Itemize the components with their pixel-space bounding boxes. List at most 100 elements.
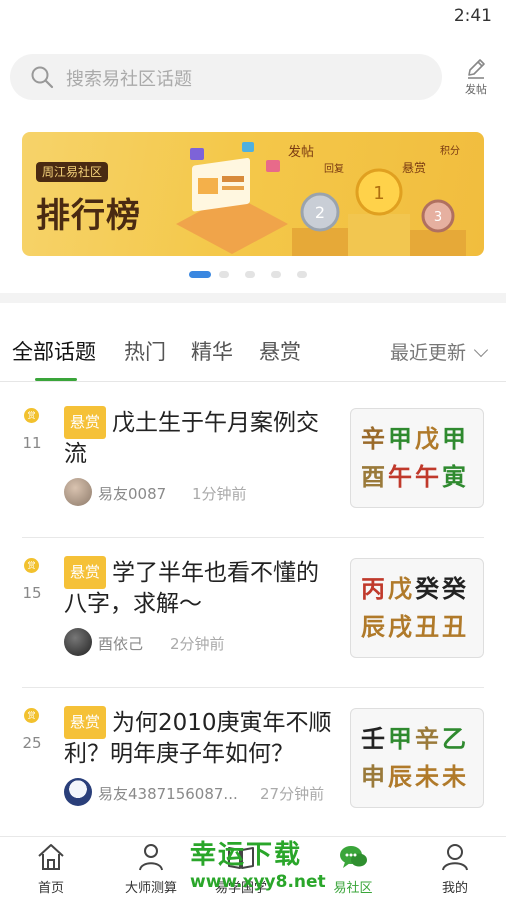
carousel-dot[interactable]: [271, 271, 281, 278]
carousel-dot[interactable]: [219, 271, 229, 278]
nav-home[interactable]: 首页: [6, 841, 96, 897]
bazi-branches-row: 申辰未未: [361, 757, 483, 795]
post-time: 27分钟前: [260, 785, 325, 803]
nav-master[interactable]: 大师测算: [106, 841, 196, 897]
reward-count: 11: [22, 434, 42, 452]
bazi-char: 戌: [388, 613, 414, 641]
bazi-char: 辛: [361, 425, 387, 453]
banner-label-reward: 悬赏: [402, 161, 426, 175]
section-divider: [0, 293, 506, 303]
reward-badge: 悬赏: [64, 556, 107, 589]
tab-featured[interactable]: 精华: [191, 336, 233, 366]
post-title: 悬赏 为何2010庚寅年不顺利？明年庚子年如何？: [64, 706, 334, 770]
nav-label: 易学国学: [214, 881, 267, 896]
avatar: [64, 778, 92, 806]
search-icon: [31, 66, 54, 89]
reward-count: 25: [22, 734, 42, 752]
bazi-char: 戊: [415, 425, 441, 453]
status-bar: 2:41: [0, 0, 506, 34]
post-title: 悬赏 戊土生于午月案例交流: [64, 406, 334, 470]
bazi-char: 丑: [442, 613, 468, 641]
reward-badge: 悬赏: [64, 406, 107, 439]
status-time: 2:41: [453, 6, 492, 26]
svg-text:2: 2: [315, 203, 325, 222]
bazi-chart: 壬甲辛乙 申辰未未: [350, 708, 484, 808]
bazi-char: 辰: [388, 763, 414, 791]
bazi-char: 甲: [388, 425, 414, 453]
author-name: 易友4387156087...: [98, 785, 238, 803]
bazi-char: 寅: [442, 463, 468, 491]
post-divider: [22, 537, 484, 538]
bazi-char: 未: [442, 763, 468, 791]
bazi-char: 壬: [361, 725, 387, 753]
topic-tabs: 全部话题 热门 精华 悬赏 最近更新: [0, 320, 506, 382]
avatar: [64, 478, 92, 506]
bazi-char: 午: [388, 463, 414, 491]
banner-label-reply: 回复: [324, 162, 344, 175]
post-item[interactable]: 赏 15 悬赏 学了半年也看不懂的八字，求解～ 酉依己 2分钟前 丙戊癸癸 辰戌丑…: [0, 540, 506, 688]
reward-coin-icon: 赏: [24, 408, 39, 423]
post-author: 易友4387156087... 27分钟前: [64, 778, 344, 808]
chat-icon: [340, 846, 367, 868]
bazi-char: 辛: [415, 725, 441, 753]
post-title: 悬赏 学了半年也看不懂的八字，求解～: [64, 556, 334, 620]
book-icon: [228, 847, 254, 869]
bazi-branches-row: 酉午午寅: [361, 457, 483, 495]
bazi-chart: 辛甲戊甲 酉午午寅: [350, 408, 484, 508]
search-input[interactable]: 搜索易社区话题: [10, 54, 442, 100]
post-author: 酉依己 2分钟前: [64, 628, 344, 658]
nav-community[interactable]: 易社区: [308, 841, 398, 897]
bazi-char: 戊: [388, 575, 414, 603]
bazi-stems-row: 壬甲辛乙: [361, 719, 483, 757]
reward-badge: 悬赏: [64, 706, 107, 739]
banner-podium-illustration: 2 1 3 发帖 回复 悬赏 积分: [176, 142, 466, 256]
person-icon: [442, 844, 468, 871]
author-name: 易友0087: [98, 485, 167, 503]
sort-dropdown[interactable]: 最近更新: [389, 338, 489, 365]
carousel-dot[interactable]: [189, 271, 211, 278]
banner-logo: 周江易社区: [36, 162, 109, 182]
bazi-stems-row: 丙戊癸癸: [361, 569, 483, 607]
svg-text:3: 3: [434, 210, 442, 225]
chevron-down-icon: [473, 342, 489, 358]
sort-label: 最近更新: [389, 342, 466, 364]
bottom-navigation: 首页 大师测算 易学国学 易社区 我的: [0, 836, 506, 900]
bazi-char: 辰: [361, 613, 387, 641]
avatar: [64, 628, 92, 656]
bazi-stems-row: 辛甲戊甲: [361, 419, 483, 457]
banner-label-points: 积分: [440, 145, 460, 157]
nav-me[interactable]: 我的: [410, 841, 500, 897]
bazi-char: 癸: [442, 575, 468, 603]
master-icon: [139, 844, 163, 871]
svg-text:1: 1: [373, 183, 384, 204]
banner-title: 排行榜: [36, 196, 141, 236]
reward-coin-icon: 赏: [24, 708, 39, 723]
bazi-char: 甲: [388, 725, 414, 753]
carousel-dot[interactable]: [297, 271, 307, 278]
bazi-char: 未: [415, 763, 441, 791]
tab-reward[interactable]: 悬赏: [259, 336, 301, 366]
tab-hot[interactable]: 热门: [124, 336, 166, 366]
bazi-char: 酉: [361, 463, 387, 491]
bazi-char: 午: [415, 463, 441, 491]
bazi-branches-row: 辰戌丑丑: [361, 607, 483, 645]
bazi-chart: 丙戊癸癸 辰戌丑丑: [350, 558, 484, 658]
nav-study[interactable]: 易学国学: [196, 841, 286, 897]
nav-label: 首页: [37, 881, 64, 896]
reward-coin-icon: 赏: [24, 558, 39, 573]
nav-label: 易社区: [333, 881, 373, 896]
pencil-icon: [468, 59, 485, 79]
reward-count: 15: [22, 584, 42, 602]
post-item[interactable]: 赏 11 悬赏 戊土生于午月案例交流 易友0087 1分钟前 辛甲戊甲 酉午午寅: [0, 390, 506, 538]
post-button[interactable]: 发帖: [456, 56, 496, 100]
bazi-char: 申: [361, 763, 387, 791]
carousel-dot[interactable]: [245, 271, 255, 278]
tab-all-topics[interactable]: 全部话题: [12, 336, 96, 366]
author-name: 酉依己: [98, 635, 144, 653]
bazi-char: 甲: [442, 425, 468, 453]
leaderboard-banner[interactable]: 周江易社区 排行榜 2 1 3 发帖 回复 悬赏 积分: [22, 132, 484, 256]
post-author: 易友0087 1分钟前: [64, 478, 344, 508]
home-icon: [38, 844, 64, 870]
post-item[interactable]: 赏 25 悬赏 为何2010庚寅年不顺利？明年庚子年如何？ 易友438715608…: [0, 690, 506, 838]
nav-label: 我的: [441, 881, 468, 896]
